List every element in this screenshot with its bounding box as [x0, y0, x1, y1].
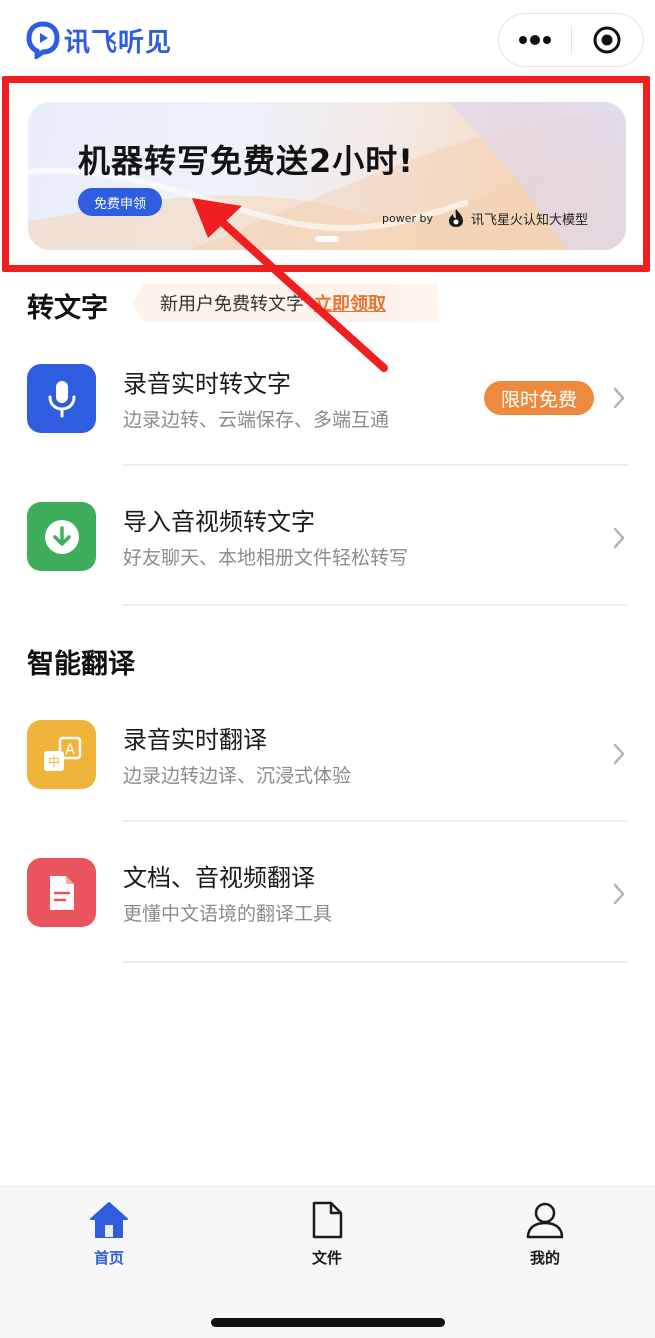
logo-ear-icon — [26, 21, 60, 59]
tab-label: 首页 — [93, 1249, 124, 1267]
tab-files[interactable]: 文件 — [282, 1201, 372, 1281]
translate-icon: A 中 — [27, 720, 96, 789]
file-icon — [312, 1201, 343, 1239]
item-subtitle: 边录边转、云端保存、多端互通 — [123, 409, 390, 431]
chevron-right-icon — [613, 387, 625, 409]
divider — [123, 464, 628, 466]
app-name: 讯飞听见 — [64, 27, 173, 58]
app-logo: 讯飞听见 — [26, 20, 172, 60]
target-close-icon — [593, 26, 621, 54]
top-bar: 讯飞听见 — [0, 0, 655, 80]
section-title-transcribe: 转文字 — [27, 293, 108, 324]
more-button[interactable] — [499, 14, 571, 66]
tab-label: 我的 — [529, 1249, 560, 1267]
list-item-realtime-transcribe[interactable]: 录音实时转文字 边录边转、云端保存、多端互通 限时免费 — [0, 330, 655, 470]
tab-profile[interactable]: 我的 — [500, 1201, 590, 1281]
promo-text: 新用户免费转文字 — [160, 294, 304, 315]
bottom-tab-bar: 首页 文件 我的 — [0, 1186, 655, 1338]
list-item-import-media[interactable]: 导入音视频转文字 好友聊天、本地相册文件轻松转写 — [0, 468, 655, 608]
new-user-promo-tag: 新用户免费转文字 立即领取 — [132, 284, 438, 322]
claim-now-link[interactable]: 立即领取 — [314, 290, 386, 316]
divider — [123, 961, 628, 963]
chevron-right-icon — [613, 527, 625, 549]
document-icon — [27, 858, 96, 927]
item-title: 文档、音视频翻译 — [123, 864, 315, 892]
item-subtitle: 更懂中文语境的翻译工具 — [123, 903, 333, 925]
limited-free-badge: 限时免费 — [484, 381, 594, 415]
home-indicator — [211, 1318, 445, 1327]
annotation-highlight-box — [2, 76, 650, 272]
more-dots-icon — [518, 35, 551, 45]
home-icon — [90, 1202, 128, 1238]
microphone-icon — [27, 364, 96, 433]
divider — [123, 820, 628, 822]
profile-icon — [526, 1202, 564, 1239]
svg-text:A: A — [65, 742, 75, 758]
item-title: 录音实时转文字 — [123, 370, 291, 398]
download-icon — [27, 502, 96, 571]
list-item-document-translate[interactable]: 文档、音视频翻译 更懂中文语境的翻译工具 — [0, 824, 655, 964]
tab-label: 文件 — [311, 1249, 342, 1267]
tab-home[interactable]: 首页 — [64, 1201, 154, 1281]
mini-program-capsule — [498, 13, 644, 67]
item-subtitle: 边录边转边译、沉浸式体验 — [123, 765, 352, 787]
svg-text:中: 中 — [47, 754, 59, 769]
item-subtitle: 好友聊天、本地相册文件轻松转写 — [123, 547, 409, 569]
item-title: 录音实时翻译 — [123, 726, 267, 754]
chevron-right-icon — [613, 883, 625, 905]
list-item-realtime-translate[interactable]: A 中 录音实时翻译 边录边转边译、沉浸式体验 — [0, 686, 655, 826]
item-title: 导入音视频转文字 — [123, 508, 315, 536]
chevron-right-icon — [613, 743, 625, 765]
section-title-translate: 智能翻译 — [27, 649, 135, 680]
close-mini-program-button[interactable] — [572, 14, 644, 66]
divider — [123, 604, 628, 606]
